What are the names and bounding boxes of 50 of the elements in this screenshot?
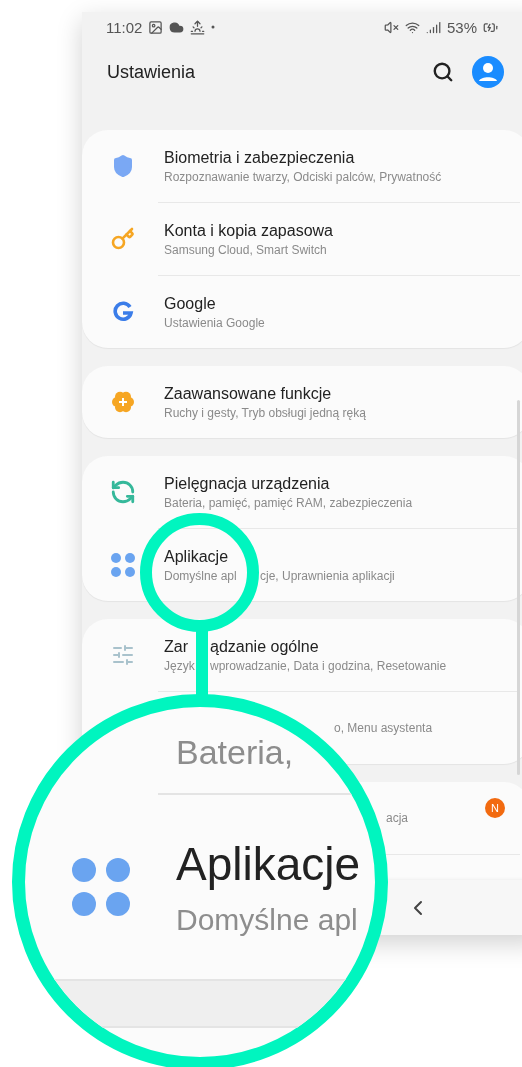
mute-icon (383, 19, 399, 35)
row-title: Zaawansowane funkcje (164, 384, 333, 403)
new-badge: N (485, 798, 505, 818)
row-subtitle: Ustawienia Google (164, 315, 266, 330)
signal-icon (425, 19, 441, 35)
magnified-title: Aplikacje (176, 837, 361, 891)
circular-arrows-icon (110, 479, 136, 505)
row-subtitle: Rozpoznawanie twarzy, Odciski palców, Prywatność (164, 169, 443, 184)
settings-row[interactable]: Zaawansowane funkcje Ruchy i gesty, Tryb obsługi jedną ręką (82, 366, 522, 438)
row-title: Zar (164, 637, 188, 656)
row-subtitle: o, Menu asystenta (334, 721, 434, 735)
avatar-icon[interactable] (472, 56, 504, 88)
row-title: Pielęgnacja urządzenia (164, 474, 331, 493)
settings-row[interactable]: Zar ądzanie ogólne Język wprowadzanie, Data i godzina, Resetowanie (82, 619, 522, 691)
row-subtitle: Język (164, 658, 195, 673)
page-title: Ustawienia (107, 61, 197, 83)
battery-percent: 53% (446, 18, 477, 36)
plus-flower-icon (111, 390, 135, 414)
settings-row[interactable]: Google Ustawienia Google (82, 276, 522, 348)
settings-row[interactable]: Biometria i zabezpieczenia Rozpoznawanie twarzy, Odciski palców, Prywatność (82, 130, 522, 202)
settings-row[interactable]: Pielęgnacja urządzenia Bateria, pamięć, pamięć RAM, zabezpieczenia (82, 456, 522, 528)
sunrise-icon (190, 19, 206, 35)
magnified-text: Bateria, (176, 733, 294, 771)
clock: 11:02 (106, 18, 143, 36)
row-title: Biometria i zabezpieczenia (164, 148, 356, 167)
wifi-icon (404, 19, 420, 35)
image-icon (148, 19, 164, 35)
four-dots-icon (71, 858, 130, 916)
cloud-icon (169, 19, 185, 35)
row-subtitle: Domyślne apl (164, 568, 237, 583)
row-title: Konta i kopia zapasowa (164, 221, 334, 240)
row-subtitle: acja (386, 811, 409, 825)
row-subtitle: cje, Uprawnienia aplikacji (260, 568, 395, 583)
shield-icon (111, 154, 135, 178)
row-subtitle: Samsung Cloud, Smart Switch (164, 242, 328, 257)
magnified-subtitle: Domyślne apl (176, 903, 359, 937)
key-icon (111, 227, 135, 251)
row-title: Google (164, 294, 217, 313)
settings-row[interactable]: Aplikacje Domyślne apl cje, Uprawnienia aplikacji (82, 529, 522, 601)
sliders-icon (111, 643, 135, 667)
row-subtitle: Ruchy i gesty, Tryb obsługi jedną ręką (164, 405, 367, 420)
row-subtitle: wprowadzanie, Data i godzina, Resetowanie (210, 658, 447, 673)
row-title: Aplikacje (164, 547, 230, 566)
dot-icon (211, 25, 216, 29)
g-logo-icon (112, 301, 134, 323)
four-dots-icon (111, 553, 135, 577)
settings-row[interactable]: Konta i kopia zapasowa Samsung Cloud, Smart Switch (82, 203, 522, 275)
row-subtitle: Bateria, pamięć, pamięć RAM, zabezpieczenia (164, 495, 414, 510)
search-button[interactable] (432, 61, 454, 83)
row-title: ądzanie ogólne (210, 637, 319, 656)
